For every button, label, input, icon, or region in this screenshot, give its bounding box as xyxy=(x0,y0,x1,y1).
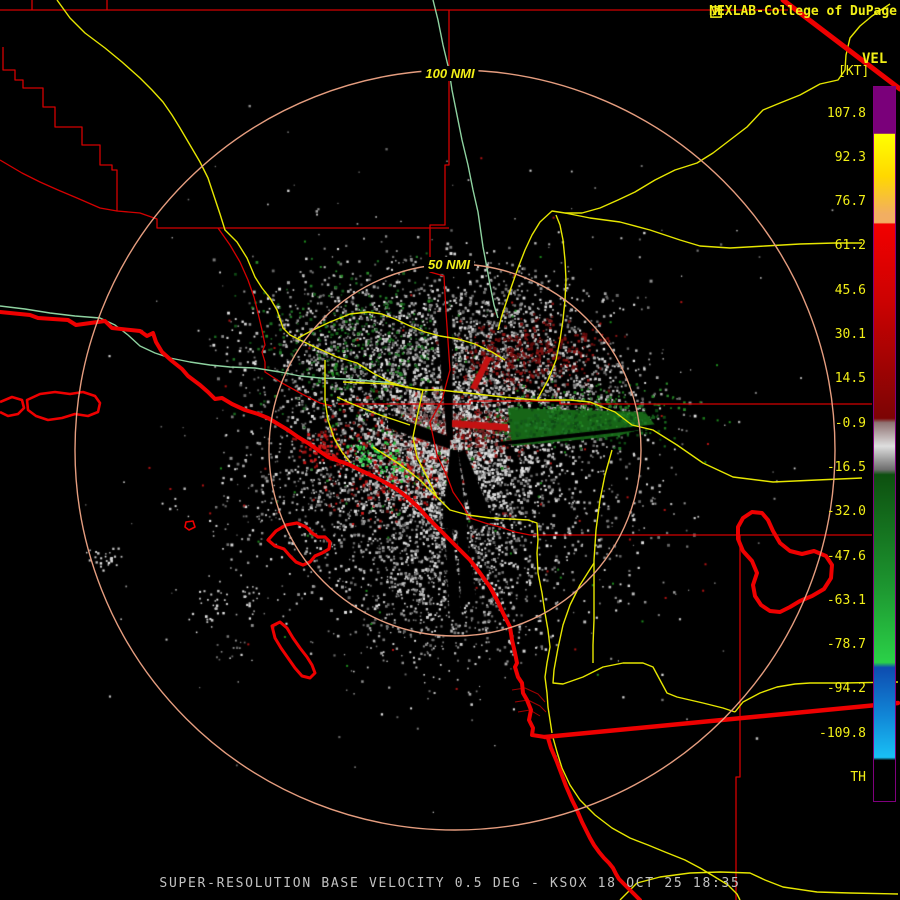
colorbar-tick-label: -109.8 xyxy=(819,725,866,741)
highways xyxy=(56,0,899,900)
colorbar-tick-label: 76.7 xyxy=(834,194,866,210)
island-outline xyxy=(25,390,102,422)
colorbar-tick-label: -16.5 xyxy=(826,459,866,475)
county-line xyxy=(217,227,333,407)
colorbar-units: [KT] xyxy=(838,64,870,79)
county-borders xyxy=(0,0,872,900)
highway xyxy=(324,360,351,463)
coastline-group xyxy=(0,0,900,900)
county-line xyxy=(338,400,872,405)
colorbar-tick-label: 30.1 xyxy=(834,327,866,342)
island-outline xyxy=(184,520,196,531)
range-ring-label-50: 50 NMI xyxy=(424,257,474,272)
highway xyxy=(536,214,567,401)
colorbar-tick-label: 107.8 xyxy=(826,105,866,121)
range-ring-50nmi xyxy=(268,263,642,637)
range-ring-100nmi xyxy=(74,69,836,831)
island-outline xyxy=(0,395,26,418)
product-caption: SUPER-RESOLUTION BASE VELOCITY 0.5 DEG -… xyxy=(159,876,741,891)
brand-text: NEXLAB-College of DuPage xyxy=(709,4,897,19)
cod-logo-icon[interactable] xyxy=(709,4,724,19)
county-line xyxy=(429,10,872,536)
county-line xyxy=(0,0,788,11)
highway xyxy=(336,396,411,426)
colorbar-tick-label: 92.3 xyxy=(834,149,866,165)
colorbar-tick-label: 61.2 xyxy=(834,238,866,254)
county-line xyxy=(2,47,449,229)
highway xyxy=(592,449,613,663)
colorbar-tick-label: -78.7 xyxy=(826,637,866,653)
highway xyxy=(372,446,438,498)
highway xyxy=(56,0,424,391)
highway xyxy=(552,562,736,713)
colorbar-tick-label: -63.1 xyxy=(826,592,866,608)
island-outline xyxy=(270,620,317,680)
colorbar-tick-label: 14.5 xyxy=(834,371,866,387)
velocity-colorbar xyxy=(873,86,896,802)
colorbar-tick-label: -47.6 xyxy=(826,548,866,564)
island-outline xyxy=(266,521,332,567)
colorbar-tick-label: 45.6 xyxy=(834,282,866,298)
range-ring-label-100: 100 NMI xyxy=(421,66,479,81)
colorbar-tick-label: TH xyxy=(850,770,866,785)
highway xyxy=(497,3,891,331)
radar-display: NEXLAB-College of DuPage VEL [KT] 107.8 9… xyxy=(0,0,900,900)
colorbar-tick-label: -94.2 xyxy=(826,681,866,697)
map-overlay xyxy=(0,0,900,900)
header-brand: NEXLAB-College of DuPage xyxy=(709,4,897,19)
range-rings xyxy=(74,69,836,831)
colorbar-tick-label: -0.9 xyxy=(834,415,866,431)
colorbar-tick-label: -32.0 xyxy=(826,504,866,520)
county-line xyxy=(0,159,118,212)
